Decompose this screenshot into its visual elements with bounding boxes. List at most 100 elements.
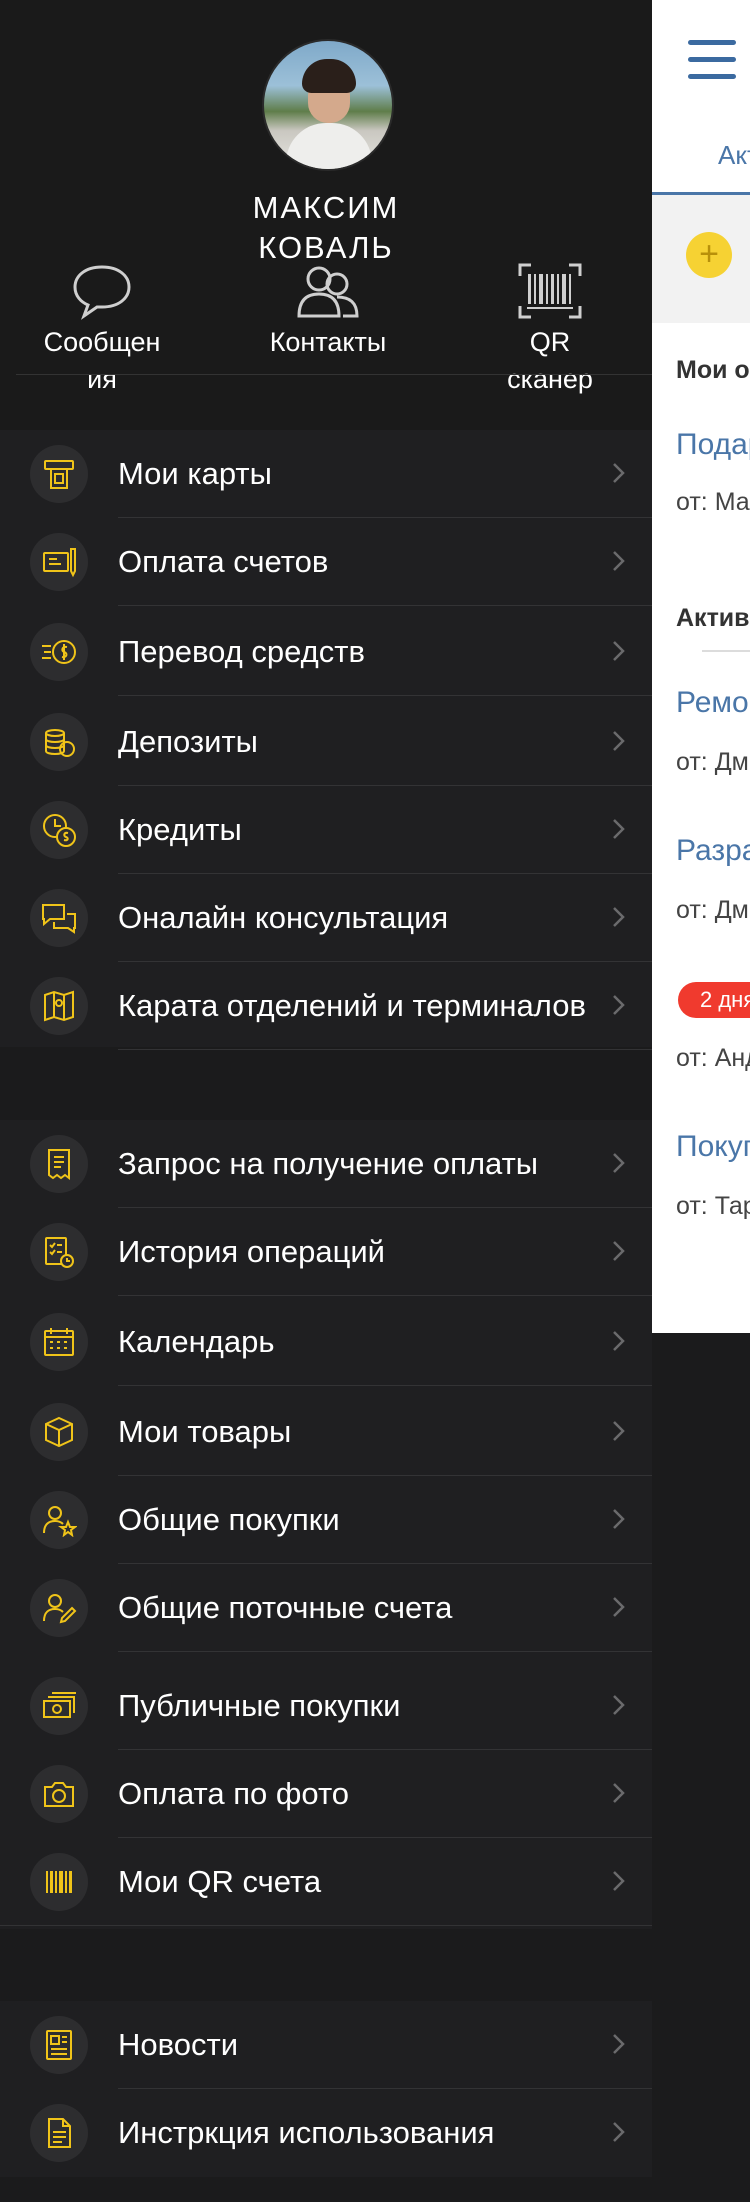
messages-button[interactable]: Сообщен ия [22,262,182,398]
menu-label: Кредиты [118,812,242,847]
map-pin-icon [30,977,88,1035]
menu-item-calendar[interactable]: Календарь [0,1298,652,1386]
menu-item-credits[interactable]: Кредиты [0,786,652,874]
menu-group-banking: Мои карты Оплата счетов Перевод средств … [0,430,652,1050]
calendar-icon [30,1313,88,1371]
newspaper-icon [30,2016,88,2074]
menu-label: Публичные покупки [118,1688,401,1723]
item-title[interactable]: Ремон [676,686,750,720]
chevron-right-icon [613,641,625,661]
menu-item-deposits[interactable]: Депозиты [0,698,652,786]
user-name: МАКСИМ КОВАЛЬ [0,188,652,268]
menu-label: Оплата счетов [118,544,329,579]
add-button[interactable]: + [686,232,732,278]
checklist-clock-icon [30,1223,88,1281]
chat-bubble-icon [73,265,131,320]
heading-rule [702,650,750,652]
users-edit-icon [30,1579,88,1637]
menu-label: Общие покупки [118,1502,340,1537]
chevron-right-icon [613,907,625,927]
chevron-right-icon [613,995,625,1015]
chevron-right-icon [613,2034,625,2054]
avatar[interactable] [262,39,394,171]
chevron-right-icon [613,1241,625,1261]
menu-label: Депозиты [118,724,258,759]
profile-header: МАКСИМ КОВАЛЬ Сообщен ия Контакты QR ска… [0,0,652,430]
menu-item-public-purchases[interactable]: Публичные покупки [0,1662,652,1750]
chevron-right-icon [613,1871,625,1891]
tab-active[interactable]: Акт [718,140,750,171]
menu-label: История операций [118,1234,385,1269]
camera-icon [30,1765,88,1823]
main-content-panel[interactable]: Акт + Мои об Подар от: Ма Активн Ремон о… [652,0,750,1333]
chevron-right-icon [613,1509,625,1529]
clock-coin-icon [30,801,88,859]
menu-item-payment-request[interactable]: Запрос на получение оплаты [0,1120,652,1208]
box-icon [30,1403,88,1461]
coin-transfer-icon [30,623,88,681]
chevron-right-icon [613,731,625,751]
menu-item-instructions[interactable]: Инстркция использования [0,2089,652,2177]
menu-item-my-qr-bills[interactable]: Мои QR счета [0,1838,652,1926]
menu-item-branch-map[interactable]: Карата отделений и терминалов [0,962,652,1050]
menu-label: Инстркция использования [118,2115,495,2150]
contacts-button[interactable]: Контакты [248,262,408,361]
document-list-icon [30,2104,88,2162]
qr-label-2: сканер [507,364,593,394]
menu-item-online-consultation[interactable]: Оналайн консультация [0,874,652,962]
menu-label: Мои QR счета [118,1864,322,1899]
menu-group-info: Новости Инстркция использования [0,2001,652,2177]
menu-label: Перевод средств [118,634,365,669]
cash-stack-icon [30,1677,88,1735]
item-title[interactable]: Разра [676,834,750,868]
qr-label-1: QR [529,327,571,357]
menu-label: Мои товары [118,1414,292,1449]
menu-label: Запрос на получение оплаты [118,1146,539,1181]
barcode-icon [30,1853,88,1911]
chevron-right-icon [613,2122,625,2142]
menu-item-money-transfer[interactable]: Перевод средств [0,608,652,696]
chevron-right-icon [613,463,625,483]
menu-item-operations-history[interactable]: История операций [0,1208,652,1296]
chevron-right-icon [613,1331,625,1351]
menu-item-photo-payment[interactable]: Оплата по фото [0,1750,652,1838]
item-sender: от: Анд [676,1044,750,1072]
menu-item-shared-accounts[interactable]: Общие поточные счета [0,1564,652,1652]
chevron-right-icon [613,1695,625,1715]
menu-item-news[interactable]: Новости [0,2001,652,2089]
menu-label: Мои карты [118,456,272,491]
section-heading-active: Активн [676,604,750,632]
atm-card-icon [30,445,88,503]
menu-label: Оплата по фото [118,1776,350,1811]
chat-consult-icon [30,889,88,947]
menu-item-group-purchases[interactable]: Общие покупки [0,1476,652,1564]
menu-item-my-goods[interactable]: Мои товары [0,1388,652,1476]
menu-label: Оналайн консультация [118,900,449,935]
contacts-icon [297,266,359,318]
receipt-icon [30,1135,88,1193]
chevron-right-icon [613,819,625,839]
menu-label: Карата отделений и терминалов [118,988,586,1023]
contacts-label: Контакты [269,327,387,357]
messages-label-2: ия [87,364,117,394]
profile-divider [16,374,652,375]
bill-pen-icon [30,533,88,591]
menu-item-bill-payment[interactable]: Оплата счетов [0,518,652,606]
item-sender: от: Дм [676,896,749,924]
qr-scanner-button[interactable]: QR сканер [470,262,630,398]
item-sender: от: Дм [676,748,749,776]
chevron-right-icon [613,551,625,571]
chevron-right-icon [613,1597,625,1617]
chevron-right-icon [613,1153,625,1173]
chevron-right-icon [613,1783,625,1803]
menu-label: Новости [118,2027,239,2062]
item-title[interactable]: Покуп [676,1130,750,1164]
chevron-right-icon [613,1421,625,1441]
item-sender: от: Тар [676,1192,750,1220]
menu-label: Календарь [118,1324,275,1359]
hamburger-menu-icon[interactable] [688,40,736,91]
menu-item-my-cards[interactable]: Мои карты [0,430,652,518]
side-drawer: МАКСИМ КОВАЛЬ Сообщен ия Контакты QR ска… [0,0,652,2202]
item-title[interactable]: Подар [676,428,750,462]
coin-stack-icon [30,713,88,771]
